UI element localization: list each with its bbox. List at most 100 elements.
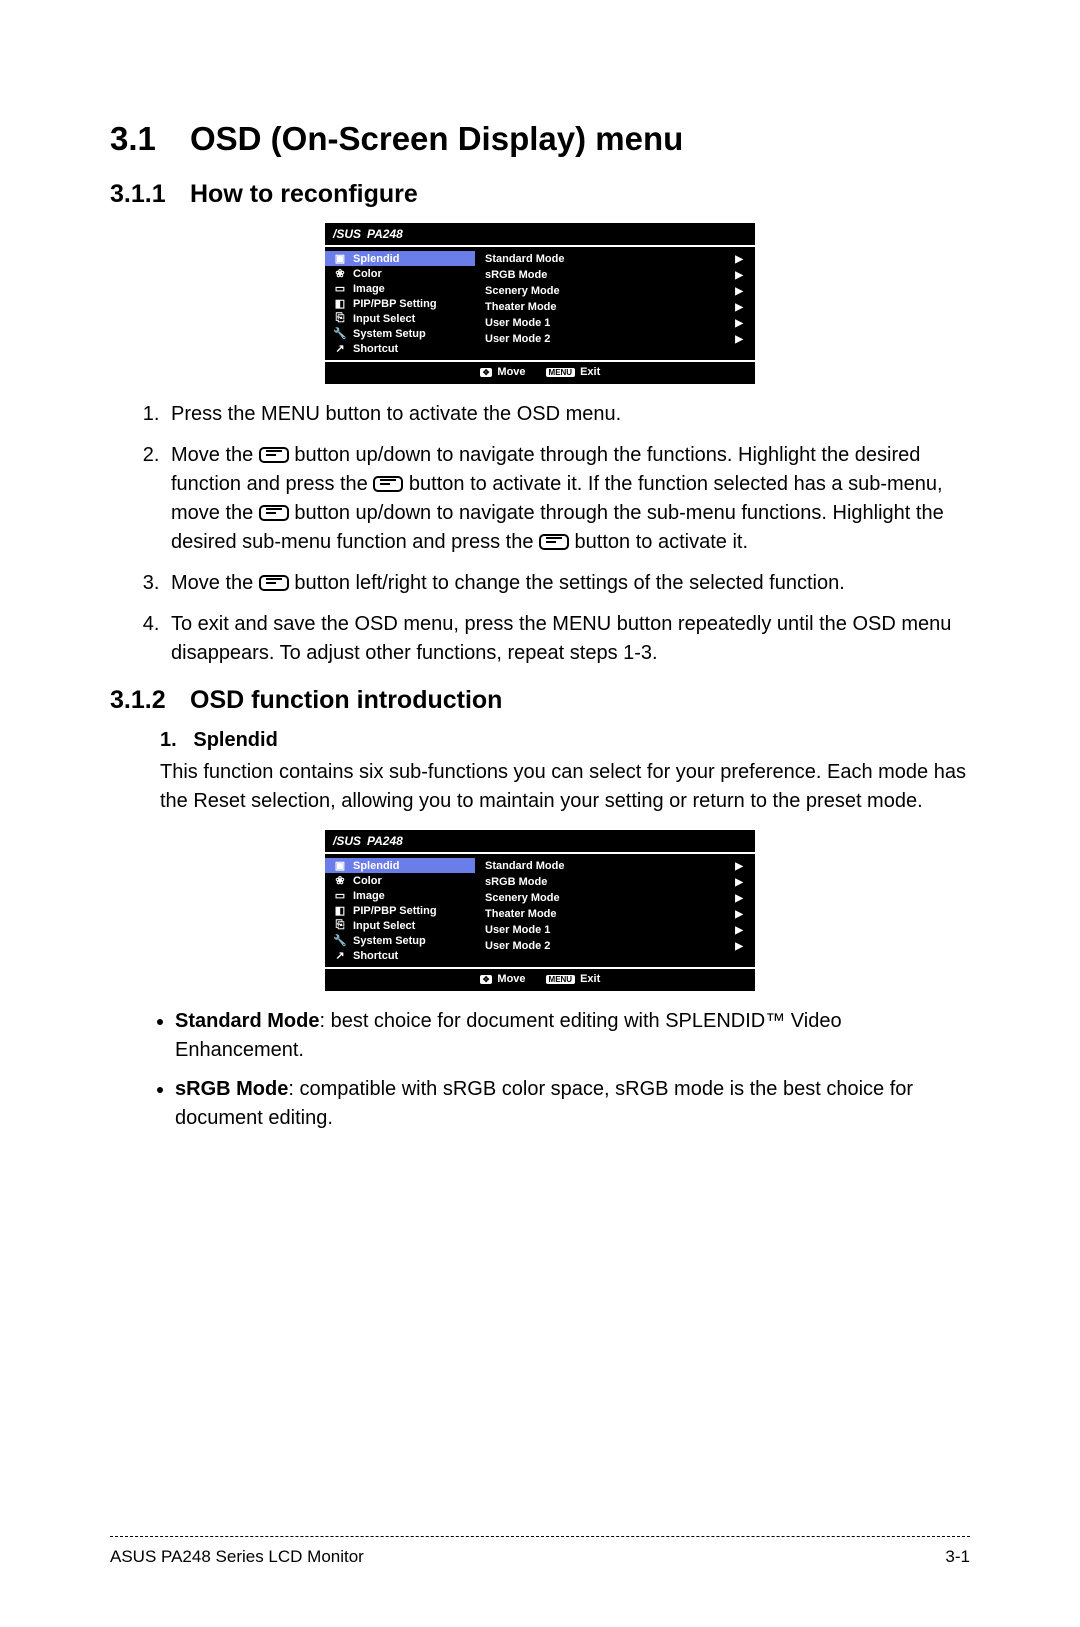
input-icon: ⎘ bbox=[333, 919, 347, 932]
osd-sub-user1: User Mode 1▶ bbox=[475, 315, 749, 331]
osd-figure-2: /SUS PA248 ▣Splendid ❀Color ▭Image ◧PIP/… bbox=[325, 830, 755, 991]
chevron-right-icon: ▶ bbox=[735, 302, 743, 313]
osd-sub-scenery: Scenery Mode▶ bbox=[475, 890, 749, 906]
chevron-right-icon: ▶ bbox=[735, 318, 743, 329]
osd-model: PA248 bbox=[367, 227, 403, 241]
color-icon: ❀ bbox=[333, 267, 347, 280]
menu-button-icon bbox=[539, 534, 569, 550]
menu-button-icon bbox=[373, 476, 403, 492]
srgb-mode-desc: sRGB Mode: compatible with sRGB color sp… bbox=[175, 1075, 970, 1133]
step-2: Move the button up/down to navigate thro… bbox=[165, 441, 970, 557]
osd-sub-srgb: sRGB Mode▶ bbox=[475, 874, 749, 890]
menu-key-icon: MENU bbox=[546, 975, 576, 984]
osd-sub-user2: User Mode 2▶ bbox=[475, 938, 749, 954]
move-key-icon: ✥ bbox=[480, 368, 493, 377]
chevron-right-icon: ▶ bbox=[735, 909, 743, 920]
color-icon: ❀ bbox=[333, 874, 347, 887]
osd-sub-user2: User Mode 2▶ bbox=[475, 331, 749, 347]
osd-footer-exit: MENUExit bbox=[546, 973, 601, 985]
chevron-right-icon: ▶ bbox=[735, 925, 743, 936]
footer-left: ASUS PA248 Series LCD Monitor bbox=[110, 1547, 364, 1567]
osd-sub-standard: Standard Mode▶ bbox=[475, 251, 749, 267]
h2b-title: OSD function introduction bbox=[190, 686, 502, 714]
splendid-icon: ▣ bbox=[333, 252, 347, 265]
heading-2-intro: 3.1.2OSD function introduction bbox=[110, 686, 970, 715]
osd-left-menu: ▣Splendid ❀Color ▭Image ◧PIP/PBP Setting… bbox=[325, 247, 475, 360]
osd-footer: ✥Move MENUExit bbox=[325, 362, 755, 384]
input-icon: ⎘ bbox=[333, 312, 347, 325]
osd-item-image: ▭Image bbox=[325, 281, 475, 296]
osd-brand: /SUS bbox=[333, 227, 361, 241]
chevron-right-icon: ▶ bbox=[735, 254, 743, 265]
move-key-icon: ✥ bbox=[480, 975, 493, 984]
step-4: To exit and save the OSD menu, press the… bbox=[165, 610, 970, 668]
osd-sub-theater: Theater Mode▶ bbox=[475, 299, 749, 315]
image-icon: ▭ bbox=[333, 889, 347, 902]
osd-figure-1: /SUS PA248 ▣Splendid ❀Color ▭Image ◧PIP/… bbox=[325, 223, 755, 384]
chevron-right-icon: ▶ bbox=[735, 893, 743, 904]
pip-icon: ◧ bbox=[333, 297, 347, 310]
osd-footer-move: ✥Move bbox=[480, 366, 526, 378]
osd-header: /SUS PA248 bbox=[325, 830, 755, 854]
osd-item-input: ⎘Input Select bbox=[325, 311, 475, 326]
h1-number: 3.1 bbox=[110, 120, 190, 158]
h1-title: OSD (On-Screen Display) menu bbox=[190, 120, 683, 157]
osd-item-system: 🔧System Setup bbox=[325, 326, 475, 341]
osd-item-pip: ◧PIP/PBP Setting bbox=[325, 903, 475, 918]
chevron-right-icon: ▶ bbox=[735, 877, 743, 888]
osd-sub-user1: User Mode 1▶ bbox=[475, 922, 749, 938]
chevron-right-icon: ▶ bbox=[735, 334, 743, 345]
h2a-number: 3.1.1 bbox=[110, 180, 190, 209]
osd-model: PA248 bbox=[367, 834, 403, 848]
pip-icon: ◧ bbox=[333, 904, 347, 917]
heading-2-reconfigure: 3.1.1How to reconfigure bbox=[110, 180, 970, 209]
osd-sub-theater: Theater Mode▶ bbox=[475, 906, 749, 922]
image-icon: ▭ bbox=[333, 282, 347, 295]
chevron-right-icon: ▶ bbox=[735, 861, 743, 872]
osd-item-system: 🔧System Setup bbox=[325, 933, 475, 948]
osd-item-image: ▭Image bbox=[325, 888, 475, 903]
chevron-right-icon: ▶ bbox=[735, 941, 743, 952]
menu-button-icon bbox=[259, 575, 289, 591]
osd-header: /SUS PA248 bbox=[325, 223, 755, 247]
menu-key-icon: MENU bbox=[546, 368, 576, 377]
footer-right: 3-1 bbox=[945, 1547, 970, 1567]
h2a-title: How to reconfigure bbox=[190, 180, 418, 208]
h2b-number: 3.1.2 bbox=[110, 686, 190, 715]
osd-sub-standard: Standard Mode▶ bbox=[475, 858, 749, 874]
osd-item-pip: ◧PIP/PBP Setting bbox=[325, 296, 475, 311]
standard-mode-desc: Standard Mode: best choice for document … bbox=[175, 1007, 970, 1065]
osd-item-color: ❀Color bbox=[325, 266, 475, 281]
heading-1: 3.1OSD (On-Screen Display) menu bbox=[110, 120, 970, 158]
page: 3.1OSD (On-Screen Display) menu 3.1.1How… bbox=[0, 0, 1080, 1627]
wrench-icon: 🔧 bbox=[333, 327, 347, 340]
osd-right-submenu: Standard Mode▶ sRGB Mode▶ Scenery Mode▶ … bbox=[475, 854, 755, 967]
shortcut-icon: ↗ bbox=[333, 342, 347, 355]
reconfigure-steps: Press the MENU button to activate the OS… bbox=[110, 400, 970, 668]
osd-item-shortcut: ↗Shortcut bbox=[325, 948, 475, 963]
osd-sub-srgb: sRGB Mode▶ bbox=[475, 267, 749, 283]
osd-item-color: ❀Color bbox=[325, 873, 475, 888]
menu-button-icon bbox=[259, 505, 289, 521]
osd-item-shortcut: ↗Shortcut bbox=[325, 341, 475, 356]
osd-item-input: ⎘Input Select bbox=[325, 918, 475, 933]
mode-descriptions: Standard Mode: best choice for document … bbox=[110, 1007, 970, 1133]
osd-body: ▣Splendid ❀Color ▭Image ◧PIP/PBP Setting… bbox=[325, 247, 755, 362]
osd-footer: ✥Move MENUExit bbox=[325, 969, 755, 991]
osd-footer-move: ✥Move bbox=[480, 973, 526, 985]
shortcut-icon: ↗ bbox=[333, 949, 347, 962]
page-footer: ASUS PA248 Series LCD Monitor 3-1 bbox=[110, 1536, 970, 1567]
splendid-para: This function contains six sub-functions… bbox=[160, 758, 970, 816]
splendid-icon: ▣ bbox=[333, 859, 347, 872]
step-3: Move the button left/right to change the… bbox=[165, 569, 970, 598]
splendid-heading: 1. Splendid bbox=[160, 729, 970, 752]
osd-right-submenu: Standard Mode▶ sRGB Mode▶ Scenery Mode▶ … bbox=[475, 247, 755, 360]
splendid-section: 1. Splendid This function contains six s… bbox=[160, 729, 970, 816]
step-1: Press the MENU button to activate the OS… bbox=[165, 400, 970, 429]
osd-body: ▣Splendid ❀Color ▭Image ◧PIP/PBP Setting… bbox=[325, 854, 755, 969]
osd-brand: /SUS bbox=[333, 834, 361, 848]
osd-item-splendid: ▣Splendid bbox=[325, 251, 475, 266]
osd-left-menu: ▣Splendid ❀Color ▭Image ◧PIP/PBP Setting… bbox=[325, 854, 475, 967]
osd-footer-exit: MENUExit bbox=[546, 366, 601, 378]
osd-item-splendid: ▣Splendid bbox=[325, 858, 475, 873]
